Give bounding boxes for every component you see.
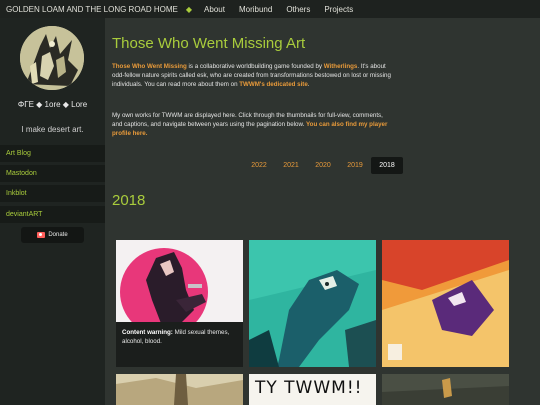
sidebar-subtitle: I make desert art. [21,125,84,134]
nav-link-moribund[interactable]: Moribund [239,5,272,14]
year-heading: 2018 [112,192,146,209]
year-link-2019[interactable]: 2019 [339,157,371,174]
thumbnail-6[interactable] [382,374,509,405]
year-link-2020[interactable]: 2020 [307,157,339,174]
content-warning-overlay: Content warning: Mild sexual themes, alc… [116,322,243,367]
intro-paragraph: Those Who Went Missing is a collaborativ… [112,62,394,89]
intro-paragraph-2: My own works for TWWM are displayed here… [112,111,394,138]
sidebar: ΦΓΕ ◆ 1ore ◆ Lore I make desert art. Art… [0,18,105,405]
game-link[interactable]: Those Who Went Missing [112,63,187,70]
nav-link-others[interactable]: Others [286,5,310,14]
thumbnail-4[interactable] [116,374,243,405]
sidebar-link-mastodon[interactable]: Mastodon [0,165,105,182]
nav-link-projects[interactable]: Projects [324,5,353,14]
page-title: Those Who Went Missing Art [112,35,306,52]
year-pagination: 2022 2021 2020 2019 2018 [243,157,403,174]
thumbnail-4-art [116,374,243,405]
intro-text-3: . [307,81,310,88]
thumbnail-5-caption: TY TWWM!! [255,378,363,398]
year-link-2022[interactable]: 2022 [243,157,275,174]
sidebar-link-inkblot[interactable]: Inkblot [0,185,105,202]
intro-text-1: is a collaborative worldbuilding game fo… [186,63,324,70]
thumbnail-2-art [249,240,376,367]
founder-link[interactable]: Witherlings [324,63,358,70]
site-link[interactable]: TWWM's dedicated site [239,81,308,88]
year-link-2018[interactable]: 2018 [371,157,403,174]
nav-link-about[interactable]: About [204,5,225,14]
thumbnail-5[interactable]: TY TWWM!! [249,374,376,405]
sidebar-link-deviantart[interactable]: deviantART [0,206,105,223]
avatar-illustration [20,26,84,90]
thumbnail-6-art [382,374,509,405]
site-brand[interactable]: GOLDEN LOAM AND THE LONG ROAD HOME [0,5,186,14]
top-nav: GOLDEN LOAM AND THE LONG ROAD HOME ◆ Abo… [0,0,540,18]
diamond-icon: ◆ [185,4,193,14]
thumbnail-3-art [382,240,509,367]
thumbnail-2[interactable] [249,240,376,367]
sidebar-title: ΦΓΕ ◆ 1ore ◆ Lore [17,100,88,109]
thumbnail-3[interactable] [382,240,509,367]
content-warning-label: Content warning: [122,329,173,336]
donate-label: Donate [48,232,68,238]
avatar[interactable] [20,26,84,90]
thumbnail-1[interactable]: Content warning: Mild sexual themes, alc… [116,240,243,367]
kofi-cup-icon [37,232,46,238]
sidebar-link-art-blog[interactable]: Art Blog [0,145,105,162]
donate-button[interactable]: Donate [21,227,84,243]
year-link-2021[interactable]: 2021 [275,157,307,174]
